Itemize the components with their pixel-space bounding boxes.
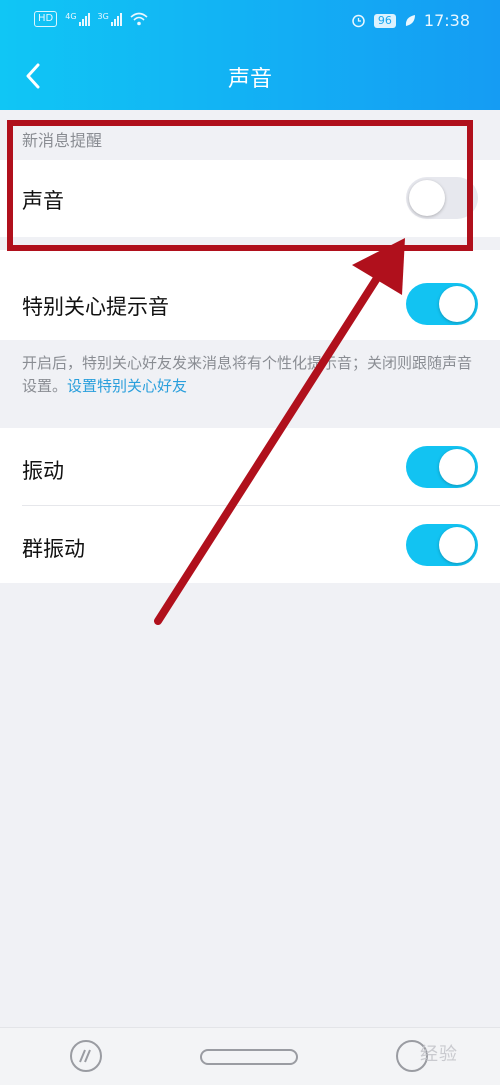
alarm-clock-icon <box>352 14 365 28</box>
status-right: 96 17:38 <box>351 11 470 30</box>
wifi-icon <box>130 12 148 26</box>
setting-label-sound: 声音 <box>22 189 64 213</box>
app-header: HD 4G 3G 96 17:38 声音 <box>0 0 500 110</box>
signal-label: 3G <box>97 12 109 21</box>
chevron-left-icon <box>26 63 40 89</box>
setting-label-group-vibrate: 群振动 <box>22 537 85 561</box>
setting-label-vibrate: 振动 <box>22 459 64 483</box>
watermark-text: 经验 <box>420 1044 458 1065</box>
sound-toggle[interactable] <box>406 177 478 219</box>
page-title: 声音 <box>227 67 272 92</box>
setting-row-special-care-tone[interactable]: 特别关心提示音 <box>0 250 500 340</box>
vibrate-toggle[interactable] <box>406 446 478 488</box>
leaf-icon <box>405 14 415 26</box>
toggle-knob <box>439 449 475 485</box>
hd-badge: HD <box>34 11 58 27</box>
special-care-tone-toggle[interactable] <box>406 283 478 325</box>
clock-time: 17:38 <box>423 11 470 30</box>
home-pill-button[interactable] <box>200 1049 298 1065</box>
assistant-button[interactable] <box>70 1040 102 1072</box>
toggle-knob <box>409 180 445 216</box>
status-left: HD 4G 3G <box>34 11 148 27</box>
toggle-knob <box>439 527 475 563</box>
back-button[interactable] <box>18 58 48 94</box>
special-care-friends-link[interactable]: 设置特别关心好友 <box>67 377 187 395</box>
vibrate-group: 振动 群振动 <box>0 428 500 583</box>
signal-icon: 3G <box>98 12 122 26</box>
section-header-new-message: 新消息提醒 <box>22 131 103 150</box>
status-bar: HD 4G 3G 96 17:38 <box>0 0 500 40</box>
group-vibrate-toggle[interactable] <box>406 524 478 566</box>
toggle-knob <box>439 286 475 322</box>
assistant-icon <box>79 1049 91 1063</box>
setting-label-special-care-tone: 特别关心提示音 <box>22 295 169 319</box>
battery-indicator: 96 <box>373 13 396 28</box>
special-care-description: 开启后，特别关心好友发来消息将有个性化提示音；关闭则跟随声音设置。设置特别关心好… <box>22 352 482 398</box>
setting-row-sound[interactable]: 声音 <box>0 160 500 237</box>
row-divider <box>22 505 500 506</box>
signal-icon: 4G <box>65 12 90 26</box>
signal-label: 4G <box>65 12 77 21</box>
